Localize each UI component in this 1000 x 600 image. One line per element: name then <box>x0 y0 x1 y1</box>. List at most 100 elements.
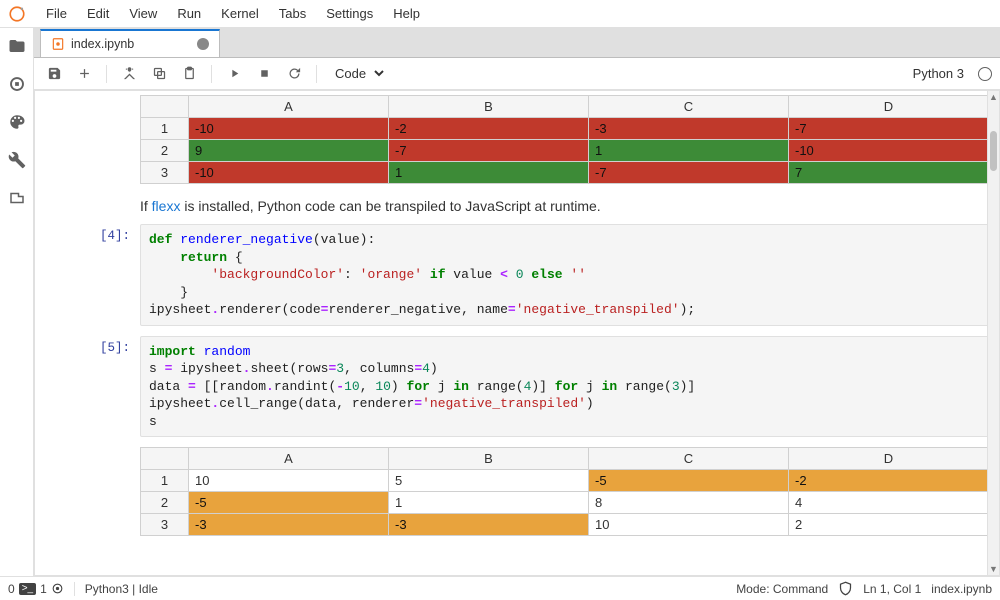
sheet-cell[interactable]: -5 <box>589 470 789 492</box>
toolbar-separator <box>316 65 317 83</box>
menu-tabs[interactable]: Tabs <box>269 2 316 25</box>
tab-dirty-indicator[interactable] <box>197 38 209 50</box>
scroll-thumb[interactable] <box>990 131 997 171</box>
top-menu-bar: File Edit View Run Kernel Tabs Settings … <box>0 0 1000 28</box>
sheet-cell[interactable]: -3 <box>389 514 589 536</box>
cut-button[interactable] <box>117 62 141 86</box>
scroll-down-icon[interactable]: ▼ <box>988 563 999 575</box>
scroll-up-icon[interactable]: ▲ <box>988 91 999 103</box>
sheet-cell[interactable]: 10 <box>189 470 389 492</box>
tabs-icon[interactable] <box>7 188 27 208</box>
column-header[interactable]: C <box>589 448 789 470</box>
row-header[interactable]: 3 <box>141 162 189 184</box>
row-header[interactable]: 2 <box>141 492 189 514</box>
notebook-area[interactable]: ▲ ▼ ABCD1-10-2-3-729-71-103-101-77 <box>34 90 1000 576</box>
column-header[interactable]: D <box>789 448 989 470</box>
markdown-cell[interactable]: If flexx is installed, Python code can b… <box>140 194 989 214</box>
output-prompt <box>45 95 140 184</box>
menu-help[interactable]: Help <box>383 2 430 25</box>
row-header[interactable]: 1 <box>141 118 189 140</box>
sheet-cell[interactable]: 1 <box>389 162 589 184</box>
sheet-output-2[interactable]: ABCD1105-5-22-51843-3-3102 <box>140 447 989 536</box>
sheet-cell[interactable]: 5 <box>389 470 589 492</box>
sheet-cell[interactable]: -7 <box>389 140 589 162</box>
sheet-cell[interactable]: 8 <box>589 492 789 514</box>
running-icon[interactable] <box>7 74 27 94</box>
folder-icon[interactable] <box>7 36 27 56</box>
build-icon[interactable] <box>7 150 27 170</box>
markdown-text: If <box>140 198 152 214</box>
input-prompt: [5]: <box>45 336 140 438</box>
code-cell-5[interactable]: import random s = ipysheet.sheet(rows=3,… <box>140 336 989 438</box>
notebook-icon <box>51 37 65 51</box>
sheet-cell[interactable]: -2 <box>389 118 589 140</box>
sheet-cell[interactable]: -7 <box>589 162 789 184</box>
column-header[interactable]: A <box>189 448 389 470</box>
input-prompt: [4]: <box>45 224 140 326</box>
menu-kernel[interactable]: Kernel <box>211 2 269 25</box>
column-header[interactable]: B <box>389 448 589 470</box>
terminals-status[interactable]: 0 >_ 1 <box>8 582 64 596</box>
sheet-cell[interactable]: 1 <box>389 492 589 514</box>
vertical-scrollbar[interactable]: ▲ ▼ <box>987 91 999 575</box>
flexx-link[interactable]: flexx <box>152 198 181 214</box>
menu-settings[interactable]: Settings <box>316 2 383 25</box>
restart-button[interactable] <box>282 62 306 86</box>
row-header[interactable]: 2 <box>141 140 189 162</box>
row-header[interactable]: 1 <box>141 470 189 492</box>
sheet-cell[interactable]: -10 <box>189 118 389 140</box>
sheet-corner <box>141 96 189 118</box>
menu-edit[interactable]: Edit <box>77 2 119 25</box>
kernel-busy-icon <box>51 582 64 595</box>
sheet-cell[interactable]: 9 <box>189 140 389 162</box>
cell-type-select[interactable]: Code <box>327 63 387 84</box>
sheet-cell[interactable]: -3 <box>189 514 389 536</box>
column-header[interactable]: D <box>789 96 989 118</box>
copy-button[interactable] <box>147 62 171 86</box>
kernel-status-icon <box>978 67 992 81</box>
status-separator <box>74 582 75 596</box>
sheet-cell[interactable]: -5 <box>189 492 389 514</box>
interrupt-button[interactable] <box>252 62 276 86</box>
run-button[interactable] <box>222 62 246 86</box>
save-button[interactable] <box>42 62 66 86</box>
sheet-cell[interactable]: -3 <box>589 118 789 140</box>
sheet-cell[interactable]: 1 <box>589 140 789 162</box>
work-area: index.ipynb Code <box>34 28 1000 576</box>
trust-icon[interactable] <box>838 581 853 596</box>
toolbar-separator <box>211 65 212 83</box>
column-header[interactable]: B <box>389 96 589 118</box>
palette-icon[interactable] <box>7 112 27 132</box>
toolbar-separator <box>106 65 107 83</box>
kernel-status[interactable]: Python3 | Idle <box>85 582 158 596</box>
output-prompt <box>45 447 140 536</box>
sheet-output-1[interactable]: ABCD1-10-2-3-729-71-103-101-77 <box>140 95 989 184</box>
code-cell-4[interactable]: def renderer_negative(value): return { '… <box>140 224 989 326</box>
notebook-tab[interactable]: index.ipynb <box>40 29 220 57</box>
menu-run[interactable]: Run <box>167 2 211 25</box>
row-header[interactable]: 3 <box>141 514 189 536</box>
kernel-name[interactable]: Python 3 <box>913 66 964 81</box>
column-header[interactable]: C <box>589 96 789 118</box>
sheet-corner <box>141 448 189 470</box>
menu-view[interactable]: View <box>119 2 167 25</box>
sheet-cell[interactable]: 4 <box>789 492 989 514</box>
sheet-cell[interactable]: 2 <box>789 514 989 536</box>
sheet-cell[interactable]: -7 <box>789 118 989 140</box>
menu-file[interactable]: File <box>36 2 77 25</box>
status-filename[interactable]: index.ipynb <box>931 582 992 596</box>
insert-cell-button[interactable] <box>72 62 96 86</box>
markdown-text: is installed, Python code can be transpi… <box>180 198 600 214</box>
tab-bar: index.ipynb <box>34 28 1000 58</box>
terminal-icon: >_ <box>19 583 36 595</box>
sheet-cell[interactable]: 7 <box>789 162 989 184</box>
column-header[interactable]: A <box>189 96 389 118</box>
sheet-cell[interactable]: -10 <box>789 140 989 162</box>
cursor-position[interactable]: Ln 1, Col 1 <box>863 582 921 596</box>
notebook-toolbar: Code Python 3 <box>34 58 1000 90</box>
sheet-cell[interactable]: 10 <box>589 514 789 536</box>
sheet-cell[interactable]: -10 <box>189 162 389 184</box>
paste-button[interactable] <box>177 62 201 86</box>
sheet-cell[interactable]: -2 <box>789 470 989 492</box>
notebook-mode[interactable]: Mode: Command <box>736 582 828 596</box>
